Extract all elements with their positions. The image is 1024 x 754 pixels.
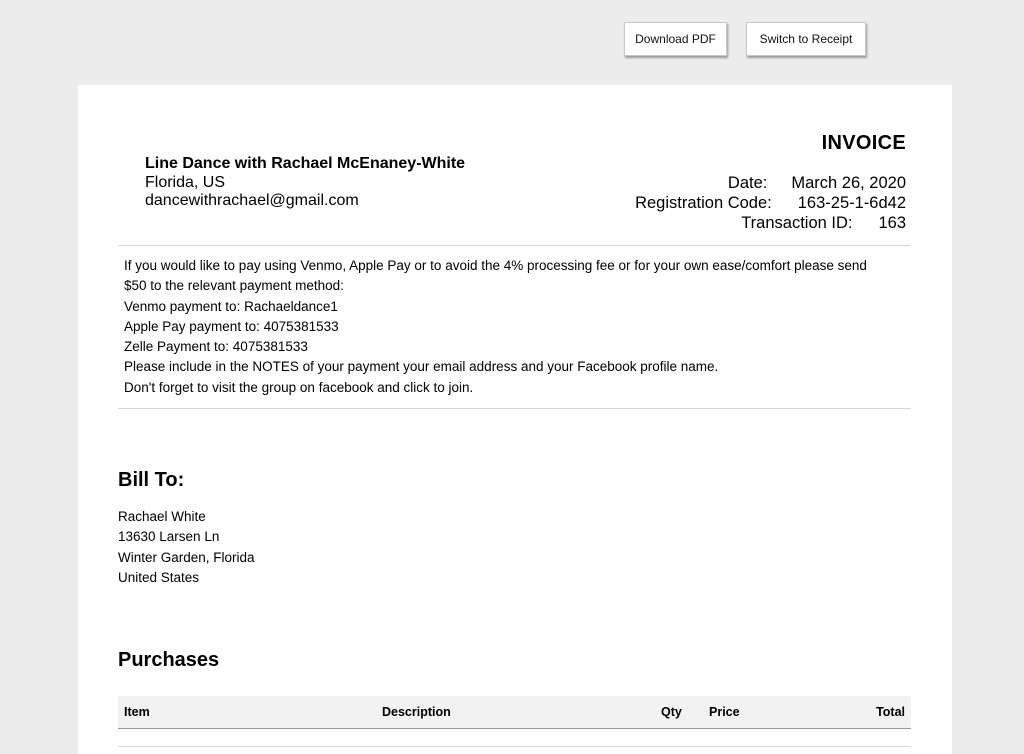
- column-header-item: Item: [124, 705, 150, 719]
- column-header-description: Description: [382, 705, 451, 719]
- table-row-divider: [118, 746, 911, 747]
- bill-to-city: Winter Garden, Florida: [118, 549, 255, 565]
- date-label: Date:: [727, 174, 768, 192]
- bill-to-country: United States: [118, 570, 200, 586]
- transaction-id-label: Transaction ID:: [741, 214, 853, 232]
- note-line: If you would like to pay using Venmo, Ap…: [124, 258, 867, 273]
- purchases-heading: Purchases: [118, 649, 220, 671]
- bill-to-street: 13630 Larsen Ln: [118, 529, 220, 545]
- bill-to-heading: Bill To:: [118, 469, 185, 491]
- registration-code-label: Registration Code:: [635, 194, 772, 212]
- invoice-date-row: Date: March 26, 2020: [635, 173, 906, 193]
- invoice-title: INVOICE: [821, 132, 906, 154]
- note-line: Please include in the NOTES of your paym…: [124, 359, 719, 375]
- payment-notes: If you would like to pay using Venmo, Ap…: [124, 256, 914, 398]
- seller-info: Line Dance with Rachael McEnaney-White F…: [145, 155, 465, 211]
- purchases-table-header: Item Description Qty Price Total: [118, 696, 911, 729]
- divider: [118, 408, 911, 409]
- divider: [118, 245, 911, 246]
- note-line: Zelle Payment to: 4075381533: [124, 339, 308, 355]
- date-value: March 26, 2020: [791, 174, 906, 192]
- seller-name: Line Dance with Rachael McEnaney-White: [145, 155, 466, 172]
- seller-email: dancewithrachael@gmail.com: [145, 192, 359, 209]
- note-line: Don't forget to visit the group on faceb…: [124, 379, 474, 395]
- toolbar: Download PDF Switch to Receipt: [0, 22, 1024, 58]
- download-pdf-button[interactable]: Download PDF: [624, 22, 727, 56]
- registration-code-value: 163-25-1-6d42: [797, 194, 906, 212]
- note-line: $50 to the relevant payment method:: [124, 278, 344, 294]
- column-header-price: Price: [709, 705, 740, 719]
- invoice-page: Line Dance with Rachael McEnaney-White F…: [78, 85, 952, 754]
- column-header-total: Total: [876, 705, 905, 719]
- transaction-id-value: 163: [878, 214, 906, 232]
- switch-to-receipt-button[interactable]: Switch to Receipt: [746, 22, 866, 56]
- column-header-qty: Qty: [661, 705, 682, 719]
- note-line: Apple Pay payment to: 4075381533: [124, 318, 339, 334]
- bill-to-address: Rachael White 13630 Larsen Ln Winter Gar…: [118, 507, 255, 589]
- bill-to-name: Rachael White: [118, 509, 206, 524]
- transaction-id-row: Transaction ID: 163: [635, 213, 906, 233]
- registration-code-row: Registration Code: 163-25-1-6d42: [635, 193, 906, 213]
- invoice-meta: Date: March 26, 2020 Registration Code: 16…: [635, 173, 906, 233]
- seller-location: Florida, US: [145, 173, 226, 191]
- note-line: Venmo payment to: Rachaeldance1: [124, 298, 338, 314]
